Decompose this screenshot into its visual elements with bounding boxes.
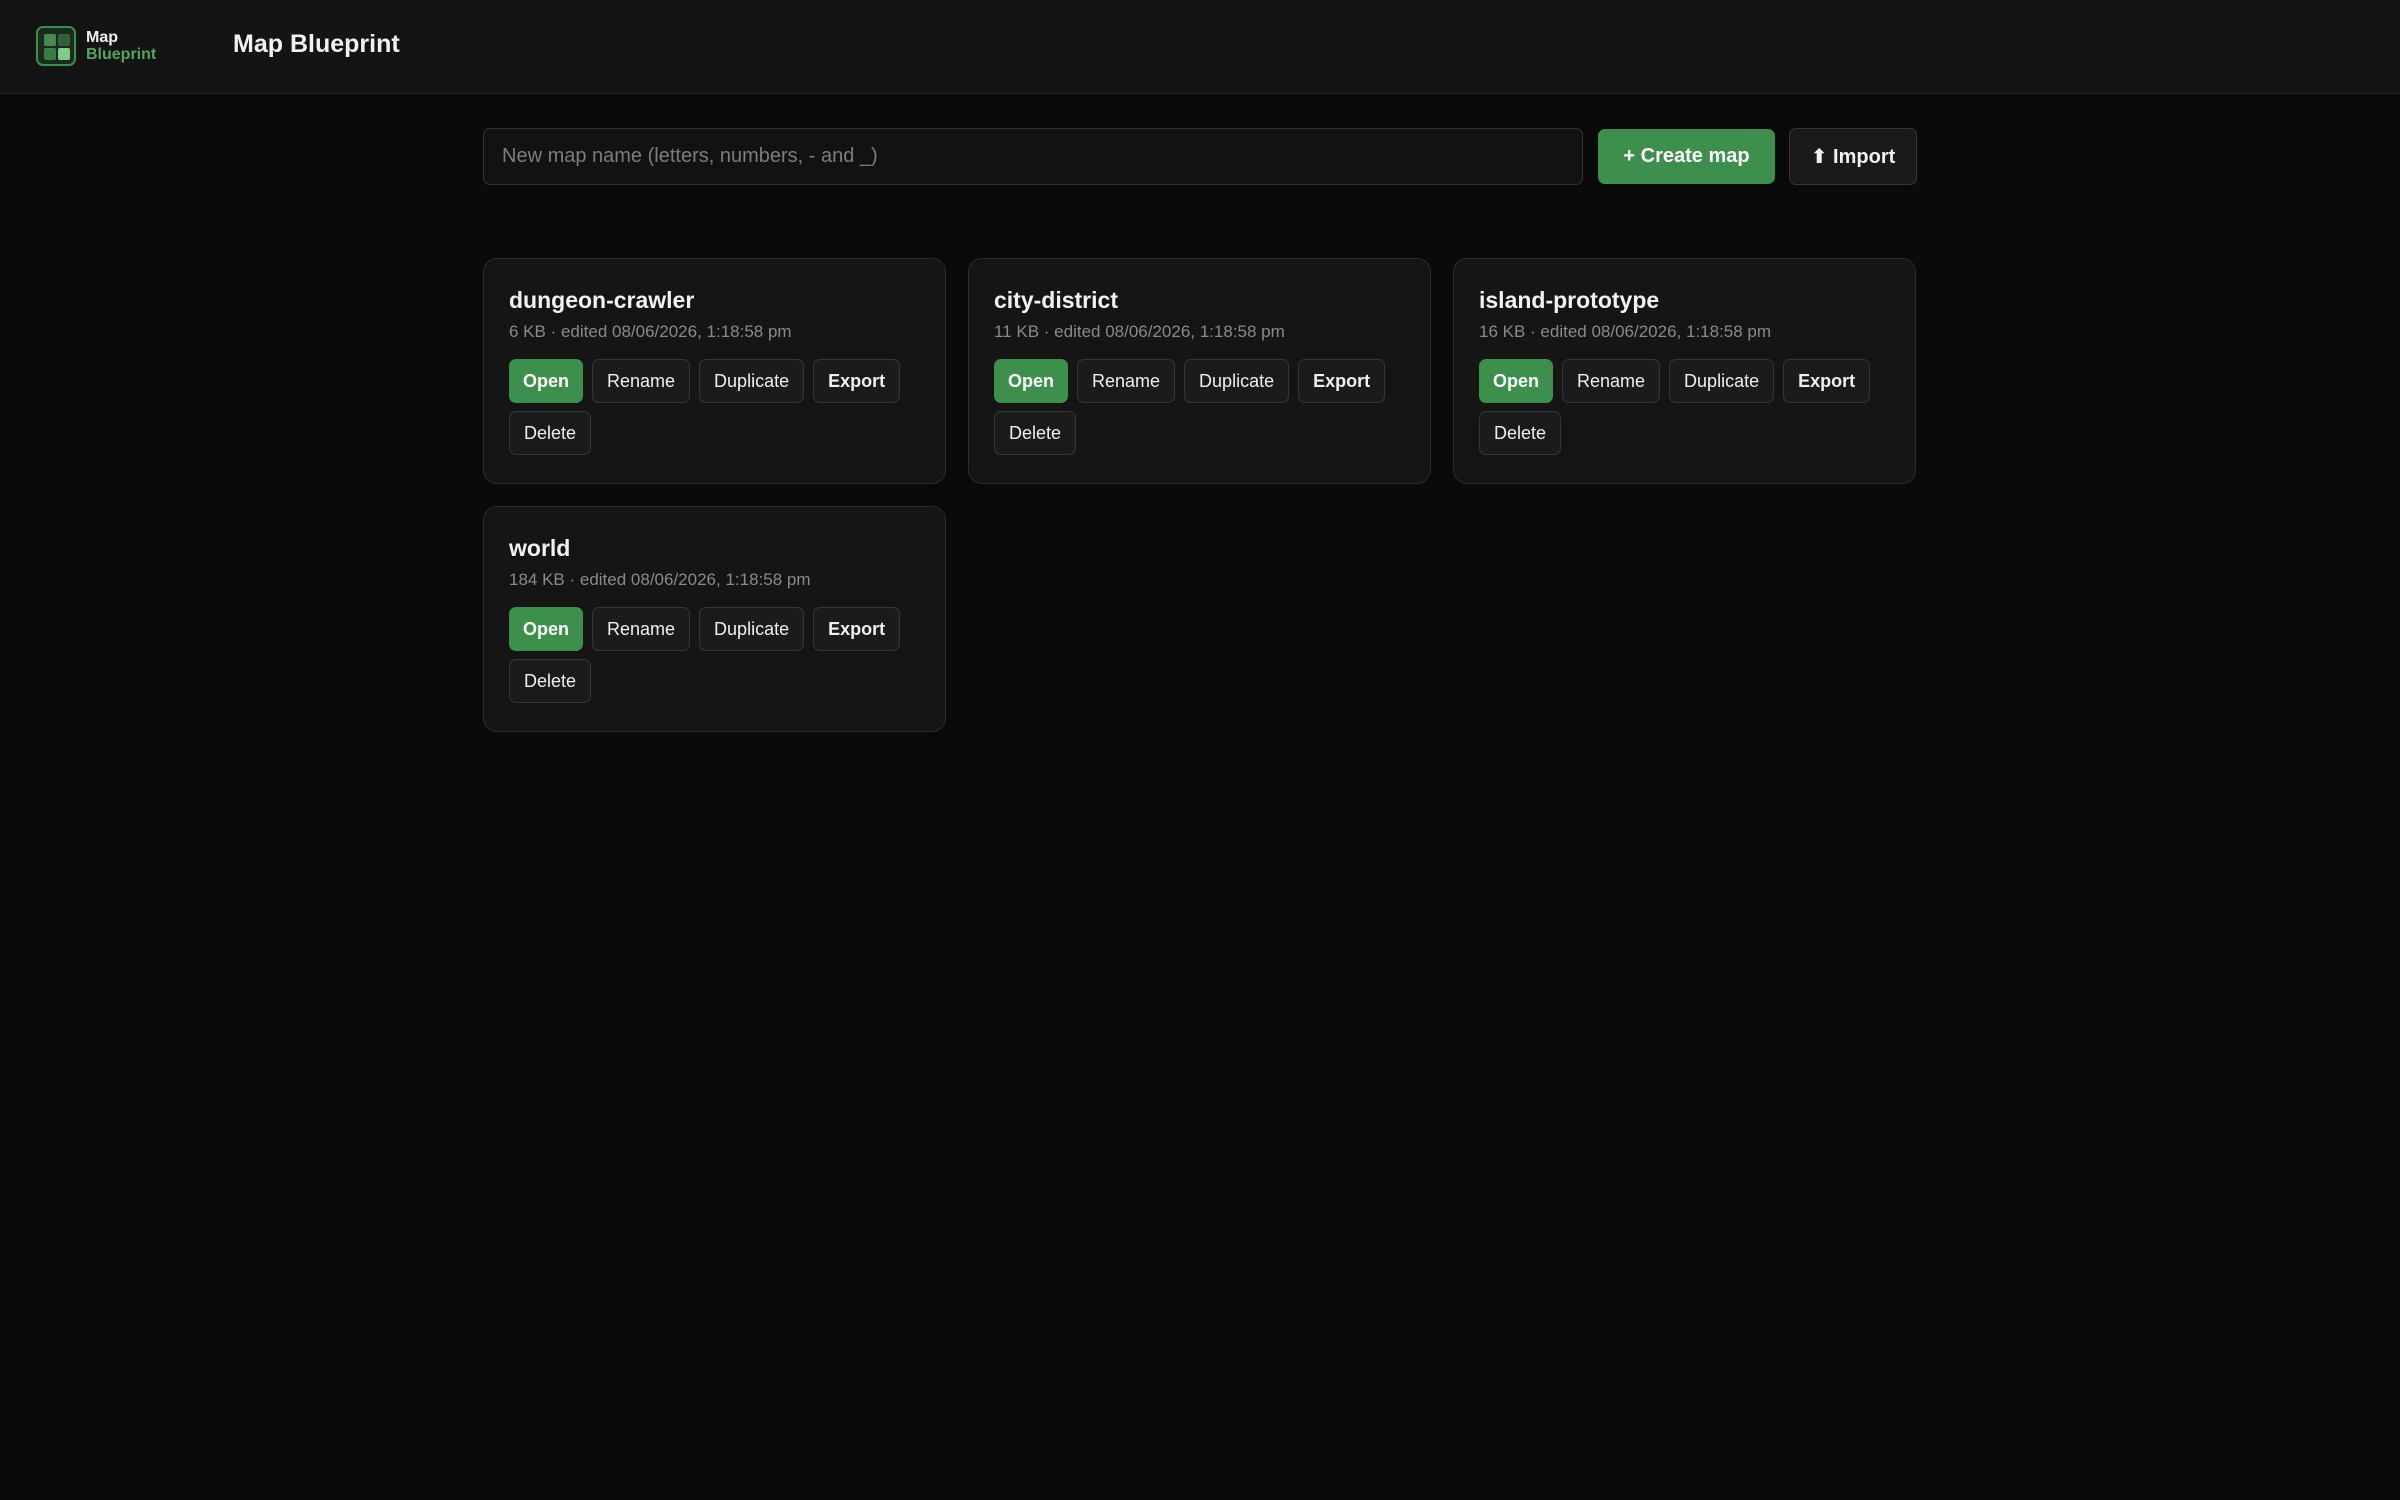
export-button[interactable]: Export <box>813 359 901 403</box>
map-meta: 16 KB · edited 08/06/2026, 1:18:58 pm <box>1479 322 1772 341</box>
rename-button[interactable]: Rename <box>592 607 691 651</box>
export-button[interactable]: Export <box>1298 359 1386 403</box>
open-button[interactable]: Open <box>509 359 583 403</box>
map-meta: 184 KB · edited 08/06/2026, 1:18:58 pm <box>509 570 811 589</box>
map-card: island-prototype 16 KB · edited 08/06/20… <box>1453 258 1916 484</box>
app-header: Map Blueprint Map Blueprint <box>0 0 2400 94</box>
delete-button[interactable]: Delete <box>994 411 1077 455</box>
map-name: city-district <box>994 287 1118 313</box>
map-actions: Open Rename Duplicate Export Delete <box>994 359 1394 455</box>
map-name: world <box>509 535 571 561</box>
map-name: dungeon-crawler <box>509 287 695 313</box>
import-button[interactable]: ⬆ Import <box>1789 128 1917 185</box>
logo-line-1: Map <box>86 29 118 46</box>
create-map-button[interactable]: + Create map <box>1598 129 1775 184</box>
map-actions: Open Rename Duplicate Export Delete <box>509 607 909 703</box>
map-list: dungeon-crawler 6 KB · edited 08/06/2026… <box>483 258 1917 732</box>
open-button[interactable]: Open <box>994 359 1068 403</box>
page-title: Map Blueprint <box>233 30 400 58</box>
map-actions: Open Rename Duplicate Export Delete <box>509 359 909 455</box>
rename-button[interactable]: Rename <box>1562 359 1661 403</box>
map-card: world 184 KB · edited 08/06/2026, 1:18:5… <box>483 506 946 732</box>
create-map-toolbar: + Create map ⬆ Import <box>483 128 1917 185</box>
duplicate-button[interactable]: Duplicate <box>699 359 805 403</box>
map-actions: Open Rename Duplicate Export Delete <box>1479 359 1879 455</box>
app-logo[interactable]: Map Blueprint <box>36 26 156 66</box>
duplicate-button[interactable]: Duplicate <box>1669 359 1775 403</box>
map-meta: 11 KB · edited 08/06/2026, 1:18:58 pm <box>994 322 1285 341</box>
map-card: dungeon-crawler 6 KB · edited 08/06/2026… <box>483 258 946 484</box>
map-card: city-district 11 KB · edited 08/06/2026,… <box>968 258 1431 484</box>
export-button[interactable]: Export <box>813 607 901 651</box>
logo-wordmark: Map Blueprint <box>86 29 156 63</box>
delete-button[interactable]: Delete <box>509 411 592 455</box>
new-map-name-input[interactable] <box>483 128 1583 185</box>
logo-line-2: Blueprint <box>86 46 157 63</box>
duplicate-button[interactable]: Duplicate <box>699 607 805 651</box>
open-button[interactable]: Open <box>1479 359 1553 403</box>
export-button[interactable]: Export <box>1783 359 1871 403</box>
duplicate-button[interactable]: Duplicate <box>1184 359 1290 403</box>
open-button[interactable]: Open <box>509 607 583 651</box>
map-name: island-prototype <box>1479 287 1660 313</box>
delete-button[interactable]: Delete <box>509 659 592 703</box>
rename-button[interactable]: Rename <box>1077 359 1176 403</box>
grid-logo-icon <box>36 26 76 66</box>
delete-button[interactable]: Delete <box>1479 411 1562 455</box>
map-meta: 6 KB · edited 08/06/2026, 1:18:58 pm <box>509 322 792 341</box>
rename-button[interactable]: Rename <box>592 359 691 403</box>
